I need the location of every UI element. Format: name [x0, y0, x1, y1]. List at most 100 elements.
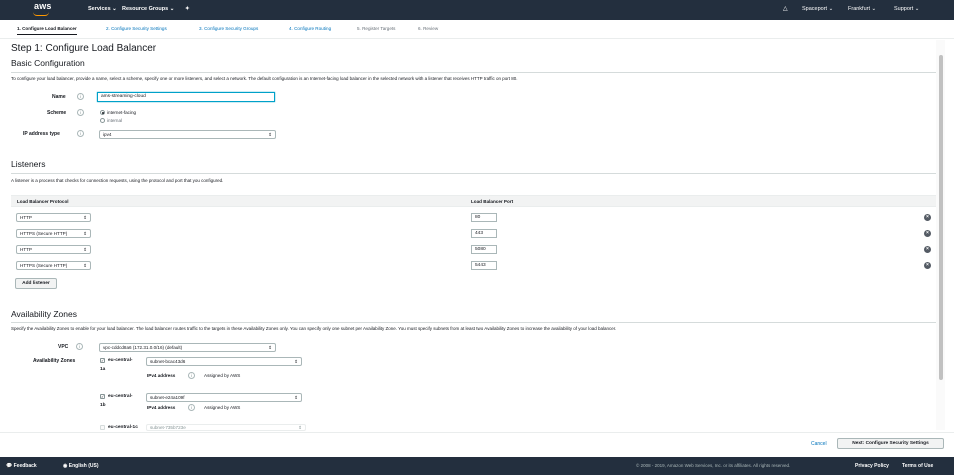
resource-groups-menu[interactable]: Resource Groups ⌄: [122, 6, 174, 12]
scheme-internal-label: internal: [107, 118, 123, 123]
basic-configuration-heading: Basic Configuration: [11, 58, 85, 68]
name-label: Name: [52, 94, 66, 100]
select-arrow-icon: ⇕: [294, 359, 298, 364]
step-configure-load-balancer[interactable]: 1. Configure Load Balancer: [17, 26, 77, 35]
action-bar: Cancel Next: Configure Security Settings: [0, 432, 954, 455]
ipv4-assigned-text: Assigned by AWS: [204, 373, 241, 378]
services-menu[interactable]: Services ⌄: [88, 6, 117, 12]
scheme-internet-facing-radio[interactable]: [100, 110, 105, 115]
step-configure-routing[interactable]: 4. Configure Routing: [289, 26, 331, 31]
select-arrow-icon: ⇕: [268, 345, 272, 350]
select-arrow-icon: ⇕: [294, 395, 298, 400]
vpc-label: VPC: [58, 344, 69, 350]
remove-listener-icon[interactable]: ×: [924, 262, 931, 269]
info-icon[interactable]: i: [77, 130, 84, 137]
ipv4-address-label: IPv4 address: [147, 405, 176, 410]
region-menu[interactable]: Frankfurt ⌄: [848, 6, 876, 12]
scheme-internal-radio[interactable]: [100, 118, 105, 123]
select-arrow-icon: ⇕: [83, 263, 87, 268]
cancel-button[interactable]: Cancel: [811, 441, 827, 447]
feedback-link[interactable]: 💬 Feedback: [6, 463, 37, 469]
step-review: 6. Review: [418, 26, 439, 31]
select-arrow-icon: ⇕: [298, 425, 302, 430]
step-configure-security-groups[interactable]: 3. Configure Security Groups: [199, 26, 258, 31]
zone-name: eu-central-: [108, 358, 133, 363]
select-arrow-icon: ⇕: [83, 231, 87, 236]
console-footer: 💬 Feedback ◉ English (US) © 2008 - 2019,…: [0, 457, 954, 475]
zone-checkbox[interactable]: ✓: [100, 358, 105, 363]
port-input[interactable]: 5080: [471, 245, 497, 254]
port-input[interactable]: 5443: [471, 261, 497, 270]
ip-address-type-label: IP address type: [23, 131, 60, 137]
remove-listener-icon[interactable]: ×: [924, 214, 931, 221]
step-register-targets: 5. Register Targets: [357, 26, 396, 31]
info-icon[interactable]: i: [188, 404, 195, 411]
globe-icon: ◉: [63, 463, 68, 469]
step-configure-security-settings[interactable]: 2. Configure Security Settings: [106, 26, 167, 31]
info-icon[interactable]: i: [76, 343, 83, 350]
availability-zones-description: Specify the Availability Zones to enable…: [11, 326, 617, 331]
zone-name-suffix: 1b: [100, 403, 106, 408]
subnet-select[interactable]: subnet-e24a109f ⇕: [146, 393, 302, 402]
terms-of-use-link[interactable]: Terms of Use: [902, 463, 933, 469]
select-arrow-icon: ⇕: [268, 132, 272, 137]
basic-configuration-description: To configure your load balancer, provide…: [11, 76, 518, 81]
ipv4-assigned-text: Assigned by AWS: [204, 405, 241, 410]
zone-name-suffix: 1a: [100, 367, 106, 372]
language-selector[interactable]: ◉ English (US): [63, 463, 99, 469]
chevron-down-icon: ⌄: [169, 6, 175, 12]
chevron-down-icon: ⌄: [914, 6, 920, 12]
add-listener-button[interactable]: Add listener: [15, 278, 57, 289]
support-menu[interactable]: Support ⌄: [894, 6, 919, 12]
section-divider: [11, 322, 936, 323]
scheme-label: Scheme: [47, 110, 67, 116]
zone-name: eu-central-1c: [108, 425, 138, 430]
info-icon[interactable]: i: [77, 93, 84, 100]
protocol-select[interactable]: HTTP ⇕: [16, 245, 91, 254]
scheme-internet-facing-label: internet-facing: [107, 110, 137, 115]
availability-zones-label: Availability Zones: [33, 358, 76, 364]
info-icon[interactable]: i: [188, 372, 195, 379]
chevron-down-icon: ⌄: [828, 6, 834, 12]
vpc-select[interactable]: vpc-cddcd8a6 (172.31.0.0/16) (default) ⇕: [99, 343, 276, 352]
remove-listener-icon[interactable]: ×: [924, 246, 931, 253]
info-icon[interactable]: i: [77, 109, 84, 116]
zone-checkbox[interactable]: ✓: [100, 394, 105, 399]
listeners-heading: Listeners: [11, 159, 46, 169]
zone-checkbox[interactable]: [100, 425, 105, 430]
pin-icon[interactable]: ✦: [185, 6, 190, 12]
feedback-icon: 💬: [6, 463, 13, 469]
ipv4-address-label: IPv4 address: [147, 373, 176, 378]
name-input[interactable]: ams-streaming-cloud: [97, 92, 275, 102]
account-menu[interactable]: Spaceport ⌄: [802, 6, 833, 12]
protocol-select[interactable]: HTTPS (Secure HTTP) ⇕: [16, 229, 91, 238]
chevron-down-icon: ⌄: [871, 6, 877, 12]
port-input[interactable]: 443: [471, 229, 497, 238]
remove-listener-icon[interactable]: ×: [924, 230, 931, 237]
protocol-select[interactable]: HTTPS (Secure HTTP) ⇕: [16, 261, 91, 270]
select-arrow-icon: ⇕: [83, 247, 87, 252]
chevron-down-icon: ⌄: [112, 6, 117, 12]
availability-zones-heading: Availability Zones: [11, 309, 77, 319]
ip-address-type-select[interactable]: ipv4 ⇕: [99, 130, 276, 139]
port-column-header: Load Balancer Port: [471, 199, 514, 204]
scrollbar-thumb[interactable]: [939, 55, 943, 380]
subnet-select[interactable]: subnet-735b723e ⇕: [146, 424, 306, 431]
top-navigation-bar: aws Services ⌄ Resource Groups ⌄ ✦ △ Spa…: [0, 0, 954, 20]
wizard-steps: 1. Configure Load Balancer 2. Configure …: [0, 20, 954, 39]
protocol-select[interactable]: HTTP ⇕: [16, 213, 91, 222]
section-divider: [11, 173, 936, 174]
aws-logo[interactable]: aws: [34, 1, 52, 11]
select-arrow-icon: ⇕: [83, 215, 87, 220]
port-input[interactable]: 80: [471, 213, 497, 222]
zone-name: eu-central-: [108, 394, 133, 399]
next-configure-security-settings-button[interactable]: Next: Configure Security Settings: [837, 438, 944, 449]
protocol-column-header: Load Balancer Protocol: [17, 199, 69, 204]
aws-logo-smile-icon: [33, 12, 49, 16]
listeners-description: A listener is a process that checks for …: [11, 178, 224, 183]
bell-icon[interactable]: △: [783, 5, 788, 12]
subnet-select[interactable]: subnet-bcac43d6 ⇕: [146, 357, 302, 366]
copyright-text: © 2008 - 2019, Amazon Web Services, Inc.…: [636, 463, 791, 468]
section-divider: [11, 72, 936, 73]
privacy-policy-link[interactable]: Privacy Policy: [855, 463, 889, 469]
